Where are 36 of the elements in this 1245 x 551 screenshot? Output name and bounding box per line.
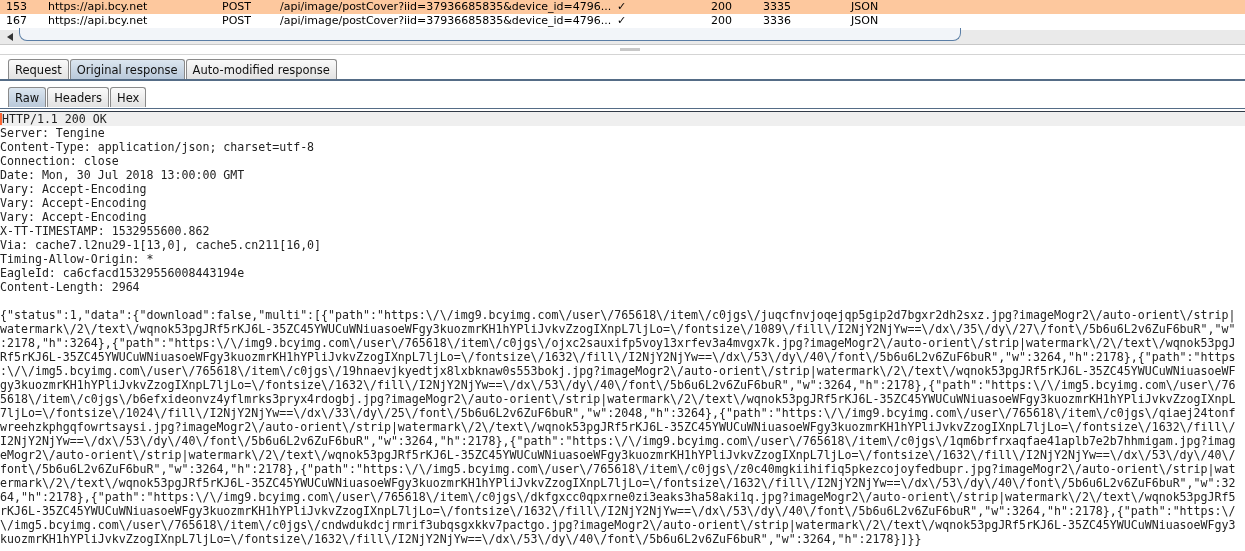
table-cell-text: 167 — [6, 14, 28, 28]
table-cell-text: 200 — [711, 0, 733, 14]
table-cell-text: JSON — [851, 0, 880, 14]
table-cell-text: /api/image/postCover?iid=37936685835&device_id=4796... — [280, 0, 613, 14]
tab[interactable]: Auto-modified response — [185, 59, 337, 79]
header-line: Vary: Accept-Encoding — [0, 182, 148, 196]
table-cell-text: ✓ — [617, 14, 628, 28]
tab[interactable]: Original response — [69, 59, 185, 79]
table-cell-text: /api/image/postCover?iid=37936685835&device_id=4796... — [280, 14, 613, 28]
table-cell-text: JSON — [851, 14, 880, 28]
header-line: EagleId: ca6cfacd15329556008443194e — [0, 266, 246, 280]
table-cell-text: POST — [222, 0, 252, 14]
tab[interactable]: Request — [8, 59, 69, 79]
header-line: Content-Type: application/json; charset=utf-8 — [0, 140, 316, 154]
header-line: Timing-Allow-Origin: * — [0, 252, 155, 266]
table-cell-text: https://api.bcy.net — [48, 14, 149, 28]
tab[interactable]: Headers — [47, 87, 110, 107]
header-line: Connection: close — [0, 154, 120, 168]
table-row[interactable]: 153 https://api.bcy.net POST /api/image/postCover?iid=37936685835&device_id=4796... ✓ 200 3335 JSON — [0, 0, 1245, 14]
table-cell-text: 3336 — [763, 14, 792, 28]
header-line: X-TT-TIMESTAMP: 1532955600.862 — [0, 224, 211, 238]
header-line: Vary: Accept-Encoding — [0, 210, 148, 224]
header-line: Vary: Accept-Encoding — [0, 196, 148, 210]
table-cell-text: ✓ — [617, 0, 628, 14]
header-line: Via: cache7.l2nu29-1[13,0], cache5.cn211[16,0] — [0, 238, 323, 252]
header-line: Date: Mon, 30 Jul 2018 13:00:00 GMT — [0, 168, 246, 182]
tab[interactable]: Hex — [110, 87, 147, 107]
table-cell-text: POST — [222, 14, 252, 28]
header-line: Server: Tengine — [0, 126, 106, 140]
header-line: Content-Length: 2964 — [0, 280, 141, 294]
table-cell-text: 3335 — [763, 0, 792, 14]
response-body: {"status":1,"data":{"download":false,"multi":[{"path":"https:\/\/img9.bcyimg.com\/user\/765618\/item\/c0jgs\/juqcfnvjoqejqp5gip2d7bgxr2dh2sxz.jpg?imageMogr2\/auto-orient\/strip|watermark\/2\/text\/wqnok53pgJRf5rKJ6L-35ZC45YWUCuWNiuasoeWFgy3kuozmrKH1hYPliJvkvZzogIXnpL7ljLo=\/fontsize\/1089\/fill\/I2NjY2NjYw==\/dx\/35\/dy\/27\/font\/5b6u6L2v6ZuF6buR","w":2178,"h":3264},{"path":"https:\/\/img9.bcyimg.com\/user\/765618\/item\/c0jgs\/ojxc2sauxifp5voy13xrfev3a4mvgx7k.jpg?imageMogr2\/auto-orient\/strip|watermark\/2\/text\/wqnok53pgJRf5rKJ6L-35ZC45YWUCuWNiuasoeWFgy3kuozmrKH1hYPliJvkvZzogIXnpL7ljLo=\/fontsize\/1632\/fill\/I2NjY2NjYw==\/dx\/53\/dy\/40\/font\/5b6u6L2v6ZuF6buR","w":3264,"h":2178},{"path":"https:\/\/img5.bcyimg.com\/user\/765618\/item\/c0jgs\/19hnaevjkyedtjx8lxbknaw0s553bokj.jpg?imageMogr2\/auto-orient\/strip|watermark\/2\/text\/wqnok53pgJRf5rKJ6L-35ZC45YWUCuWNiuasoeWFgy3kuozmrKH1hYPliJvkvZzogIXnpL7ljLo=\/fontsize\/1632\/fill\/I2NjY2NjYw==\/dx\/53\/dy\/40\/font\/5b6u6L2v6ZuF6buR","w":3264,"h":2178},{"path":"https:\/\/img5.bcyimg.com\/user\/765618\/item\/c0jgs\/b6efxideonvz4yflmrks3pryx4rdogbj.jpg?imageMogr2\/auto-orient\/strip|watermark\/2\/text\/wqnok53pgJRf5rKJ6L-35ZC45YWUCuWNiuasoeWFgy3kuozmrKH1hYPliJvkvZzogIXnpL7ljLo=\/fontsize\/1024\/fill\/I2NjY2NjYw==\/dx\/33\/dy\/25\/font\/5b6u6L2v6ZuF6buR","w":2048,"h":3264},{"path":"https:\/\/img9.bcyimg.com\/user\/765618\/item\/c0jgs\/qiaej24tonfwreehzkphgqfowrtsaysi.jpg?imageMogr2\/auto-orient\/strip|watermark\/2\/text\/wqnok53pgJRf5rKJ6L-35ZC45YWUCuWNiuasoeWFgy3kuozmrKH1hYPliJvkvZzogIXnpL7ljLo=\/fontsize\/1632\/fill\/I2NjY2NjYw==\/dx\/53\/dy\/40\/font\/5b6u6L2v6ZuF6buR","w":3264,"h":2178},{"path":"https:\/\/img9.bcyimg.com\/user\/765618\/item\/c0jgs\/1qm6brfrxaqfae41aplb7e2b7hhmigam.jpg?imageMogr2\/auto-orient\/strip|watermark\/2\/text\/wqnok53pgJRf5rKJ6L-35ZC45YWUCuWNiuasoeWFgy3kuozmrKH1hYPliJvkvZzogIXnpL7ljLo=\/fontsize\/1632\/fill\/I2NjY2NjYw==\/dx\/53\/dy\/40\/font\/5b6u6L2v6ZuF6buR","w":3264,"h":2178},{"path":"https:\/\/img5.bcyimg.com\/user\/765618\/item\/c0jgs\/z0c40mgkiihifiq5pkezcojoyfedbupr.jpg?imageMogr2\/auto-orient\/strip|watermark\/2\/text\/wqnok53pgJRf5rKJ6L-35ZC45YWUCuWNiuasoeWFgy3kuozmrKH1hYPliJvkvZzogIXnpL7ljLo=\/fontsize\/1632\/fill\/I2NjY2NjYw==\/dx\/53\/dy\/40\/font\/5b6u6L2v6ZuF6buR","w":3264,"h":2178},{"path":"https:\/\/img9.bcyimg.com\/user\/765618\/item\/c0jgs\/dkfgxcc0qpxrne0zi3eaks3ha58aki1q.jpg?imageMogr2\/auto-orient\/strip|watermark\/2\/text\/wqnok53pgJRf5rKJ6L-35ZC45YWUCuWNiuasoeWFgy3kuozmrKH1hYPliJvkvZzogIXnpL7ljLo=\/fontsize\/1632\/fill\/I2NjY2NjYw==\/dx\/53\/dy\/40\/font\/5b6u6L2v6ZuF6buR","w":3264,"h":2178},{"path":"https:\/\/img5.bcyimg.com\/user\/765618\/item\/c0jgs\/cndwdukdcjrmrif3ubqsgxkkv7pactgo.jpg?imageMogr2\/auto-orient\/strip|watermark\/2\/text\/wqnok53pgJRf5rKJ6L-35ZC45YWUCuWNiuasoeWFgy3kuozmrKH1hYPliJvkvZzogIXnpL7ljLo=\/fontsize\/1632\/fill\/I2NjY2NjYw==\/dx\/53\/dy\/40\/font\/5b6u6L2v6ZuF6buR","w":3264,"h":2178}]}} — [0, 308, 1236, 546]
table-cell-text: https://api.bcy.net — [48, 0, 149, 14]
tab[interactable]: Raw — [8, 87, 47, 107]
table-cell-text: 153 — [6, 0, 28, 14]
table-cell-text: 200 — [711, 14, 733, 28]
